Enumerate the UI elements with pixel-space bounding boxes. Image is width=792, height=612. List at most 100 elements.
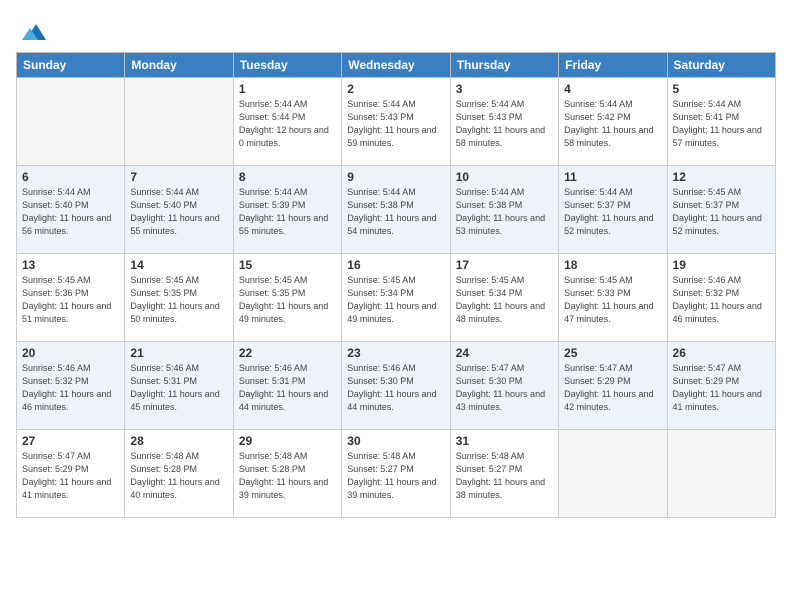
table-row: 4 Sunrise: 5:44 AM Sunset: 5:42 PM Daylig… (559, 78, 667, 166)
logo-icon (18, 16, 46, 44)
table-row: 2Sunrise: 5:44 AM Sunset: 5:43 PM Daylig… (342, 78, 450, 166)
col-sunday: Sunday (17, 53, 125, 78)
day-number: 26 (673, 346, 770, 360)
day-number: 11 (564, 170, 661, 184)
day-number: 23 (347, 346, 444, 360)
day-number: 29 (239, 434, 336, 448)
day-info: Sunrise: 5:44 AM Sunset: 5:43 PM Dayligh… (347, 98, 444, 150)
table-row: 18 Sunrise: 5:45 AM Sunset: 5:33 PM Dayli… (559, 254, 667, 342)
calendar-header-row: Sunday Monday Tuesday Wednesday Thursday… (17, 53, 776, 78)
day-number: 7 (130, 170, 227, 184)
day-info: Sunrise: 5:46 AM Sunset: 5:32 PM Dayligh… (22, 362, 119, 414)
table-row: 12 Sunrise: 5:45 AM Sunset: 5:37 PM Dayli… (667, 166, 775, 254)
table-row: 25Sunrise: 5:47 AM Sunset: 5:29 PM Dayli… (559, 342, 667, 430)
day-number: 19 (673, 258, 770, 272)
table-row: 21 Sunrise: 5:46 AM Sunset: 5:31 PM Dayli… (125, 342, 233, 430)
col-thursday: Thursday (450, 53, 558, 78)
calendar-week-row: 6 Sunrise: 5:44 AM Sunset: 5:40 PM Daylig… (17, 166, 776, 254)
col-saturday: Saturday (667, 53, 775, 78)
day-number: 13 (22, 258, 119, 272)
day-info: Sunrise: 5:46 AM Sunset: 5:31 PM Dayligh… (239, 362, 336, 414)
calendar-week-row: 13 Sunrise: 5:45 AM Sunset: 5:36 PM Dayli… (17, 254, 776, 342)
day-info: Sunrise: 5:44 AM Sunset: 5:39 PM Dayligh… (239, 186, 336, 238)
day-info: Sunrise: 5:48 AM Sunset: 5:27 PM Dayligh… (456, 450, 553, 502)
calendar-table: Sunday Monday Tuesday Wednesday Thursday… (16, 52, 776, 518)
day-info: Sunrise: 5:47 AM Sunset: 5:30 PM Dayligh… (456, 362, 553, 414)
header (16, 12, 776, 44)
table-row (17, 78, 125, 166)
calendar-week-row: 20 Sunrise: 5:46 AM Sunset: 5:32 PM Dayli… (17, 342, 776, 430)
day-number: 8 (239, 170, 336, 184)
day-number: 6 (22, 170, 119, 184)
day-number: 12 (673, 170, 770, 184)
day-number: 27 (22, 434, 119, 448)
table-row: 5 Sunrise: 5:44 AM Sunset: 5:41 PM Daylig… (667, 78, 775, 166)
day-number: 10 (456, 170, 553, 184)
day-info: Sunrise: 5:48 AM Sunset: 5:28 PM Dayligh… (130, 450, 227, 502)
table-row: 11 Sunrise: 5:44 AM Sunset: 5:37 PM Dayli… (559, 166, 667, 254)
table-row: 13 Sunrise: 5:45 AM Sunset: 5:36 PM Dayli… (17, 254, 125, 342)
table-row: 14 Sunrise: 5:45 AM Sunset: 5:35 PM Dayli… (125, 254, 233, 342)
day-number: 31 (456, 434, 553, 448)
col-tuesday: Tuesday (233, 53, 341, 78)
day-number: 24 (456, 346, 553, 360)
day-number: 16 (347, 258, 444, 272)
table-row: 28 Sunrise: 5:48 AM Sunset: 5:28 PM Dayli… (125, 430, 233, 518)
day-info: Sunrise: 5:46 AM Sunset: 5:32 PM Dayligh… (673, 274, 770, 326)
day-number: 25 (564, 346, 661, 360)
day-info: Sunrise: 5:44 AM Sunset: 5:40 PM Dayligh… (130, 186, 227, 238)
day-info: Sunrise: 5:44 AM Sunset: 5:38 PM Dayligh… (456, 186, 553, 238)
day-info: Sunrise: 5:44 AM Sunset: 5:37 PM Dayligh… (564, 186, 661, 238)
day-number: 15 (239, 258, 336, 272)
day-number: 30 (347, 434, 444, 448)
day-info: Sunrise: 5:44 AM Sunset: 5:42 PM Dayligh… (564, 98, 661, 150)
table-row: 17 Sunrise: 5:45 AM Sunset: 5:34 PM Dayli… (450, 254, 558, 342)
day-info: Sunrise: 5:48 AM Sunset: 5:27 PM Dayligh… (347, 450, 444, 502)
table-row: 31 Sunrise: 5:48 AM Sunset: 5:27 PM Dayli… (450, 430, 558, 518)
table-row: 10 Sunrise: 5:44 AM Sunset: 5:38 PM Dayli… (450, 166, 558, 254)
day-info: Sunrise: 5:44 AM Sunset: 5:40 PM Dayligh… (22, 186, 119, 238)
day-info: Sunrise: 5:46 AM Sunset: 5:30 PM Dayligh… (347, 362, 444, 414)
table-row (125, 78, 233, 166)
day-info: Sunrise: 5:45 AM Sunset: 5:34 PM Dayligh… (347, 274, 444, 326)
day-number: 18 (564, 258, 661, 272)
day-info: Sunrise: 5:45 AM Sunset: 5:33 PM Dayligh… (564, 274, 661, 326)
page: Sunday Monday Tuesday Wednesday Thursday… (0, 0, 792, 612)
day-number: 1 (239, 82, 336, 96)
table-row: 7 Sunrise: 5:44 AM Sunset: 5:40 PM Daylig… (125, 166, 233, 254)
day-info: Sunrise: 5:46 AM Sunset: 5:31 PM Dayligh… (130, 362, 227, 414)
day-info: Sunrise: 5:47 AM Sunset: 5:29 PM Dayligh… (673, 362, 770, 414)
day-info: Sunrise: 5:44 AM Sunset: 5:41 PM Dayligh… (673, 98, 770, 150)
col-wednesday: Wednesday (342, 53, 450, 78)
day-number: 17 (456, 258, 553, 272)
day-number: 14 (130, 258, 227, 272)
table-row: 6 Sunrise: 5:44 AM Sunset: 5:40 PM Daylig… (17, 166, 125, 254)
day-number: 20 (22, 346, 119, 360)
table-row (667, 430, 775, 518)
day-info: Sunrise: 5:47 AM Sunset: 5:29 PM Dayligh… (22, 450, 119, 502)
day-info: Sunrise: 5:45 AM Sunset: 5:35 PM Dayligh… (239, 274, 336, 326)
table-row: 20 Sunrise: 5:46 AM Sunset: 5:32 PM Dayli… (17, 342, 125, 430)
day-number: 21 (130, 346, 227, 360)
col-friday: Friday (559, 53, 667, 78)
table-row: 8 Sunrise: 5:44 AM Sunset: 5:39 PM Daylig… (233, 166, 341, 254)
table-row: 16 Sunrise: 5:45 AM Sunset: 5:34 PM Dayli… (342, 254, 450, 342)
table-row: 19 Sunrise: 5:46 AM Sunset: 5:32 PM Dayli… (667, 254, 775, 342)
day-info: Sunrise: 5:45 AM Sunset: 5:36 PM Dayligh… (22, 274, 119, 326)
table-row: 24 Sunrise: 5:47 AM Sunset: 5:30 PM Dayli… (450, 342, 558, 430)
table-row: 15 Sunrise: 5:45 AM Sunset: 5:35 PM Dayli… (233, 254, 341, 342)
table-row: 26 Sunrise: 5:47 AM Sunset: 5:29 PM Dayli… (667, 342, 775, 430)
table-row (559, 430, 667, 518)
day-number: 4 (564, 82, 661, 96)
table-row: 23 Sunrise: 5:46 AM Sunset: 5:30 PM Dayli… (342, 342, 450, 430)
day-info: Sunrise: 5:48 AM Sunset: 5:28 PM Dayligh… (239, 450, 336, 502)
table-row: 3Sunrise: 5:44 AM Sunset: 5:43 PM Daylig… (450, 78, 558, 166)
day-info: Sunrise: 5:45 AM Sunset: 5:35 PM Dayligh… (130, 274, 227, 326)
day-number: 5 (673, 82, 770, 96)
day-number: 28 (130, 434, 227, 448)
day-info: Sunrise: 5:45 AM Sunset: 5:37 PM Dayligh… (673, 186, 770, 238)
table-row: 29 Sunrise: 5:48 AM Sunset: 5:28 PM Dayli… (233, 430, 341, 518)
day-info: Sunrise: 5:45 AM Sunset: 5:34 PM Dayligh… (456, 274, 553, 326)
table-row: 30 Sunrise: 5:48 AM Sunset: 5:27 PM Dayli… (342, 430, 450, 518)
day-number: 22 (239, 346, 336, 360)
